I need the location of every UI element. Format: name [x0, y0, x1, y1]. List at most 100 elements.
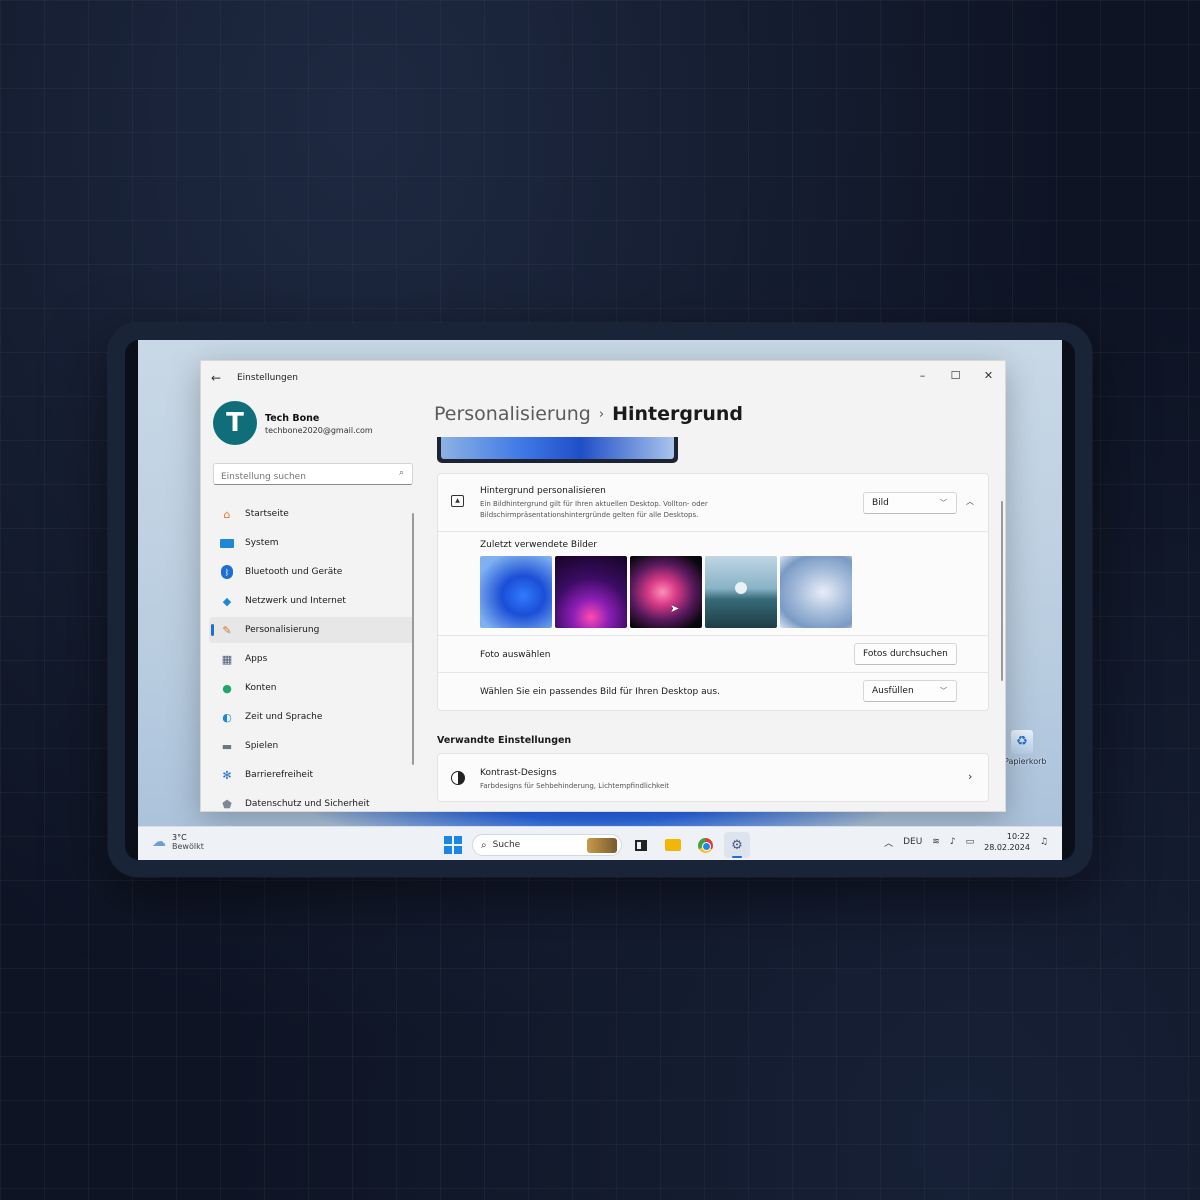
- profile-name: Tech Bone: [265, 413, 320, 424]
- home-icon: ⌂: [223, 507, 231, 521]
- brush-icon: ✎: [222, 623, 232, 637]
- tablet-frame: ♻ Papierkorb ← Einstellungen – ☐ ✕ T Tec…: [108, 323, 1092, 877]
- sidebar-item-label: Konten: [245, 683, 277, 693]
- sidebar-item-label: Personalisierung: [245, 625, 320, 635]
- chrome-icon[interactable]: [692, 832, 718, 858]
- browse-photos-button[interactable]: Fotos durchsuchen: [854, 643, 957, 665]
- recent-image-3[interactable]: ➤: [630, 556, 702, 628]
- content-scrollbar[interactable]: [1001, 501, 1003, 681]
- language-indicator[interactable]: DEU: [903, 837, 922, 847]
- recent-image-1[interactable]: [480, 556, 552, 628]
- close-button[interactable]: ✕: [972, 361, 1005, 389]
- weather-widget[interactable]: ☁ 3°C Bewölkt: [152, 833, 204, 851]
- bluetooth-icon: ᛒ: [219, 564, 235, 580]
- chevron-up-icon[interactable]: ︿: [884, 836, 893, 849]
- taskbar: ☁ 3°C Bewölkt ⌕ Suche ⚙ ︿ DEU ≋ ♪ ▭ 10:2…: [138, 826, 1062, 860]
- chevron-up-icon[interactable]: ︿: [966, 496, 974, 507]
- contrast-description: Farbdesigns für Sehbehinderung, Lichtemp…: [480, 782, 669, 790]
- sidebar-item-label: Netzwerk und Internet: [245, 596, 346, 606]
- search-icon[interactable]: ⌕: [399, 468, 404, 478]
- globe-clock-icon: ◐: [222, 710, 232, 724]
- background-title: Hintergrund personalisieren: [480, 486, 606, 496]
- minimize-button[interactable]: –: [906, 361, 939, 389]
- recent-image-5[interactable]: [780, 556, 852, 628]
- sidebar-item-label: Spielen: [245, 741, 279, 751]
- task-view-icon[interactable]: [628, 832, 654, 858]
- wifi-icon: ◆: [222, 594, 232, 608]
- recent-images-row: Zuletzt verwendete Bilder ➤: [438, 532, 988, 636]
- back-arrow-icon[interactable]: ←: [211, 371, 221, 385]
- taskbar-apps: ⌕ Suche ⚙: [444, 832, 750, 858]
- battery-icon[interactable]: ▭: [966, 837, 975, 847]
- sidebar-item-personalisierung[interactable]: ✎ Personalisierung: [209, 617, 414, 643]
- sidebar-nav: ⌂ Startseite System ᛒ Bluetooth und Gerä…: [209, 501, 414, 811]
- settings-search: ⌕: [213, 463, 413, 487]
- choose-photo-label: Foto auswählen: [480, 650, 551, 660]
- sidebar-item-label: Startseite: [245, 509, 289, 519]
- gamepad-icon: ▬: [221, 739, 233, 753]
- chevron-down-icon: ﹀: [940, 499, 947, 507]
- person-icon: ●: [222, 681, 232, 695]
- background-type-row: ▲ Hintergrund personalisieren Ein Bildhi…: [438, 474, 988, 532]
- wifi-icon[interactable]: ≋: [932, 837, 940, 847]
- desktop-preview: [437, 437, 678, 463]
- background-type-value: Bild: [872, 498, 889, 508]
- sidebar-item-label: Apps: [245, 654, 268, 664]
- volume-icon[interactable]: ♪: [950, 837, 956, 847]
- breadcrumb: Personalisierung › Hintergrund: [434, 403, 743, 425]
- search-icon: ⌕: [481, 839, 487, 851]
- user-profile[interactable]: T Tech Bone techbone2020@gmail.com: [213, 401, 413, 447]
- window-title: Einstellungen: [237, 373, 299, 383]
- fit-label: Wählen Sie ein passendes Bild für Ihren …: [480, 687, 720, 697]
- sidebar-item-spielen[interactable]: ▬ Spielen: [209, 733, 414, 759]
- notification-bell-icon[interactable]: ♫: [1040, 837, 1048, 847]
- fit-dropdown[interactable]: Ausfüllen ﹀: [863, 680, 957, 702]
- recycle-bin-label: Papierkorb: [1004, 757, 1047, 766]
- avatar: T: [213, 401, 257, 445]
- page-title: Hintergrund: [612, 403, 743, 425]
- sidebar-item-zeit-sprache[interactable]: ◐ Zeit und Sprache: [209, 704, 414, 730]
- maximize-button[interactable]: ☐: [939, 361, 972, 389]
- background-type-dropdown[interactable]: Bild ﹀: [863, 492, 957, 514]
- recent-images-list: ➤: [480, 556, 852, 628]
- breadcrumb-parent[interactable]: Personalisierung: [434, 403, 591, 425]
- tablet-bezel: ♻ Papierkorb ← Einstellungen – ☐ ✕ T Tec…: [125, 340, 1075, 860]
- taskbar-search-text: Suche: [492, 840, 521, 850]
- recent-images-label: Zuletzt verwendete Bilder: [480, 540, 598, 550]
- sidebar-item-apps[interactable]: ▦ Apps: [209, 646, 414, 672]
- related-settings-heading: Verwandte Einstellungen: [437, 735, 572, 746]
- sidebar-item-konten[interactable]: ● Konten: [209, 675, 414, 701]
- recent-image-2[interactable]: [555, 556, 627, 628]
- sidebar-item-barrierefreiheit[interactable]: ✻ Barrierefreiheit: [209, 762, 414, 788]
- clock-time: 10:22: [1006, 832, 1030, 841]
- sidebar-item-startseite[interactable]: ⌂ Startseite: [209, 501, 414, 527]
- desktop-screen: ♻ Papierkorb ← Einstellungen – ☐ ✕ T Tec…: [138, 340, 1062, 860]
- mouse-cursor-icon: ➤: [670, 602, 680, 615]
- sidebar-item-system[interactable]: System: [209, 530, 414, 556]
- settings-gear-icon[interactable]: ⚙: [724, 832, 750, 858]
- contrast-designs-card[interactable]: Kontrast-Designs Farbdesigns für Sehbehi…: [437, 753, 989, 802]
- system-tray: ︿ DEU ≋ ♪ ▭ 10:22 28.02.2024 ♫: [884, 831, 1048, 853]
- taskbar-search[interactable]: ⌕ Suche: [472, 834, 622, 856]
- chevron-down-icon: ﹀: [940, 687, 947, 695]
- search-input[interactable]: [214, 467, 384, 487]
- clock[interactable]: 10:22 28.02.2024: [984, 831, 1030, 853]
- file-explorer-icon[interactable]: [660, 832, 686, 858]
- sidebar-item-bluetooth[interactable]: ᛒ Bluetooth und Geräte: [209, 559, 414, 585]
- sidebar-item-label: Barrierefreiheit: [245, 770, 313, 780]
- fit-value: Ausfüllen: [872, 686, 914, 696]
- sidebar-item-netzwerk[interactable]: ◆ Netzwerk und Internet: [209, 588, 414, 614]
- chevron-right-icon: ›: [598, 407, 605, 422]
- title-bar: ← Einstellungen – ☐ ✕: [201, 361, 1005, 395]
- search-highlight-image: [587, 838, 617, 853]
- desktop-recycle-bin[interactable]: ♻ Papierkorb: [1004, 730, 1047, 766]
- sidebar-scrollbar[interactable]: [412, 513, 414, 765]
- windows-start-icon[interactable]: [444, 836, 462, 854]
- accessibility-icon: ✻: [222, 768, 232, 782]
- weather-description: Bewölkt: [172, 842, 204, 851]
- recent-image-4[interactable]: [705, 556, 777, 628]
- clock-date: 28.02.2024: [984, 843, 1030, 852]
- sidebar-item-datenschutz[interactable]: ⬟ Datenschutz und Sicherheit: [209, 791, 414, 811]
- sidebar-item-label: Zeit und Sprache: [245, 712, 323, 722]
- fit-row: Wählen Sie ein passendes Bild für Ihren …: [438, 673, 988, 710]
